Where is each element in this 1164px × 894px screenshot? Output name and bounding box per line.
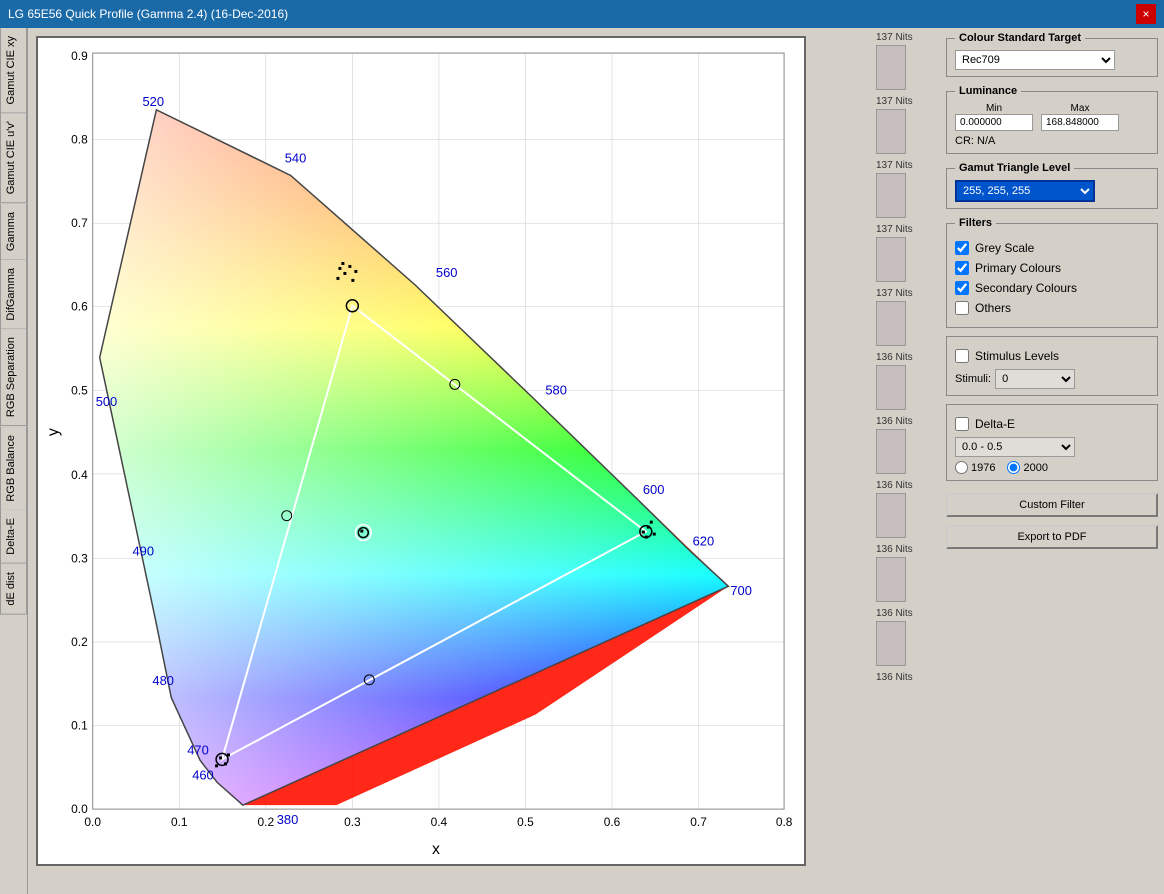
others-checkbox[interactable] bbox=[955, 301, 969, 315]
wavelength-520: 520 bbox=[142, 94, 164, 109]
secondary-colours-label: Secondary Colours bbox=[975, 281, 1077, 295]
svg-text:0.1: 0.1 bbox=[71, 719, 88, 733]
svg-text:0.3: 0.3 bbox=[71, 551, 88, 565]
grey-scale-checkbox[interactable] bbox=[955, 241, 969, 255]
tab-de-dist[interactable]: dE dist bbox=[0, 564, 27, 615]
svg-text:0.5: 0.5 bbox=[71, 383, 88, 397]
nits-scale: 137 Nits 137 Nits 137 Nits 137 Nits 137 … bbox=[874, 28, 942, 894]
tab-gamut-cie-uv[interactable]: Gamut CIE u'v' bbox=[0, 113, 27, 203]
y-axis-label: y bbox=[45, 428, 62, 436]
luminance-group: Luminance Min Max CR: N/A bbox=[946, 85, 1158, 154]
primary-colours-row: Primary Colours bbox=[955, 261, 1149, 275]
close-button[interactable]: × bbox=[1136, 4, 1156, 24]
svg-text:0.3: 0.3 bbox=[344, 815, 361, 829]
svg-text:0.7: 0.7 bbox=[690, 815, 707, 829]
svg-text:0.2: 0.2 bbox=[71, 635, 88, 649]
chart-area: 520 540 560 580 600 620 700 500 bbox=[28, 28, 874, 894]
svg-text:0.4: 0.4 bbox=[71, 468, 88, 482]
luminance-min-label: Min bbox=[955, 103, 1033, 114]
wavelength-480: 480 bbox=[152, 673, 174, 688]
stimuli-label: Stimuli: bbox=[955, 373, 991, 385]
delta-e-label: Delta-E bbox=[975, 417, 1015, 431]
svg-text:0.6: 0.6 bbox=[604, 815, 621, 829]
svg-text:0.0: 0.0 bbox=[84, 815, 101, 829]
luminance-label: Luminance bbox=[955, 85, 1021, 97]
primary-colours-checkbox[interactable] bbox=[955, 261, 969, 275]
wavelength-600: 600 bbox=[643, 482, 665, 497]
stimulus-levels-label: Stimulus Levels bbox=[975, 349, 1059, 363]
stimulus-levels-group: Stimulus Levels Stimuli: 0 bbox=[946, 336, 1158, 396]
svg-text:0.4: 0.4 bbox=[431, 815, 448, 829]
colour-standard-label: Colour Standard Target bbox=[955, 32, 1085, 44]
radio-1976-label: 1976 bbox=[955, 461, 995, 474]
tab-rgb-balance[interactable]: RGB Balance bbox=[0, 427, 27, 511]
gamut-triangle-select[interactable]: 255, 255, 255 128, 128, 128 64, 64, 64 bbox=[955, 180, 1095, 202]
wavelength-620: 620 bbox=[693, 534, 715, 549]
gamut-triangle-label: Gamut Triangle Level bbox=[955, 162, 1074, 174]
grey-scale-label: Grey Scale bbox=[975, 241, 1034, 255]
secondary-colours-row: Secondary Colours bbox=[955, 281, 1149, 295]
tab-gamma[interactable]: Gamma bbox=[0, 204, 27, 260]
window-title: LG 65E56 Quick Profile (Gamma 2.4) (16-D… bbox=[8, 7, 288, 21]
x-axis-label: x bbox=[432, 841, 440, 858]
delta-e-group: Delta-E 0.0 - 0.5 1976 bbox=[946, 404, 1158, 481]
svg-text:0.5: 0.5 bbox=[517, 815, 534, 829]
others-label: Others bbox=[975, 301, 1011, 315]
svg-text:0.1: 0.1 bbox=[171, 815, 188, 829]
radio-2000-label: 2000 bbox=[1007, 461, 1047, 474]
svg-text:0.9: 0.9 bbox=[71, 49, 88, 63]
svg-text:0.8: 0.8 bbox=[71, 133, 88, 147]
radio-2000[interactable] bbox=[1007, 461, 1020, 474]
tab-rgb-separation[interactable]: RGB Separation bbox=[0, 329, 27, 426]
delta-e-checkbox[interactable] bbox=[955, 417, 969, 431]
wavelength-540: 540 bbox=[285, 151, 307, 166]
others-row: Others bbox=[955, 301, 1149, 315]
tab-gamut-cie-xy[interactable]: Gamut CIE xy bbox=[0, 28, 27, 113]
wavelength-560: 560 bbox=[436, 265, 458, 280]
wavelength-460: 460 bbox=[192, 767, 214, 782]
export-pdf-button[interactable]: Export to PDF bbox=[946, 525, 1158, 549]
luminance-min-input[interactable] bbox=[955, 114, 1033, 131]
cr-value: CR: N/A bbox=[955, 135, 1149, 147]
wavelength-470: 470 bbox=[187, 742, 209, 757]
luminance-max-input[interactable] bbox=[1041, 114, 1119, 131]
stimulus-levels-checkbox[interactable] bbox=[955, 349, 969, 363]
stimuli-select[interactable]: 0 bbox=[995, 369, 1075, 389]
colour-standard-group: Colour Standard Target Rec709 DCI P3 BT.… bbox=[946, 32, 1158, 77]
vertical-tabs: Gamut CIE xy Gamut CIE u'v' Gamma DifGam… bbox=[0, 28, 28, 894]
tab-difgamma[interactable]: DifGamma bbox=[0, 260, 27, 330]
filters-group: Filters Grey Scale Primary Colours Secon… bbox=[946, 217, 1158, 328]
wavelength-580: 580 bbox=[545, 382, 567, 397]
grey-scale-row: Grey Scale bbox=[955, 241, 1149, 255]
wavelength-380: 380 bbox=[277, 812, 299, 827]
svg-text:0.0: 0.0 bbox=[71, 802, 88, 816]
cie-chart: 520 540 560 580 600 620 700 500 bbox=[36, 36, 806, 866]
title-bar: LG 65E56 Quick Profile (Gamma 2.4) (16-D… bbox=[0, 0, 1164, 28]
gamut-triangle-group: Gamut Triangle Level 255, 255, 255 128, … bbox=[946, 162, 1158, 209]
primary-colours-label: Primary Colours bbox=[975, 261, 1061, 275]
svg-text:0.6: 0.6 bbox=[71, 300, 88, 314]
tab-delta-e[interactable]: Delta-E bbox=[0, 510, 27, 564]
colour-standard-select[interactable]: Rec709 DCI P3 BT.2020 bbox=[955, 50, 1115, 70]
radio-1976[interactable] bbox=[955, 461, 968, 474]
secondary-colours-checkbox[interactable] bbox=[955, 281, 969, 295]
filters-label: Filters bbox=[955, 217, 996, 229]
svg-text:0.8: 0.8 bbox=[776, 815, 793, 829]
wavelength-490: 490 bbox=[133, 543, 155, 558]
svg-text:0.2: 0.2 bbox=[258, 815, 275, 829]
custom-filter-button[interactable]: Custom Filter bbox=[946, 493, 1158, 517]
delta-e-range-select[interactable]: 0.0 - 0.5 bbox=[955, 437, 1075, 457]
luminance-max-label: Max bbox=[1041, 103, 1119, 114]
svg-text:0.7: 0.7 bbox=[71, 216, 88, 230]
wavelength-500: 500 bbox=[96, 394, 118, 409]
wavelength-700: 700 bbox=[730, 583, 752, 598]
